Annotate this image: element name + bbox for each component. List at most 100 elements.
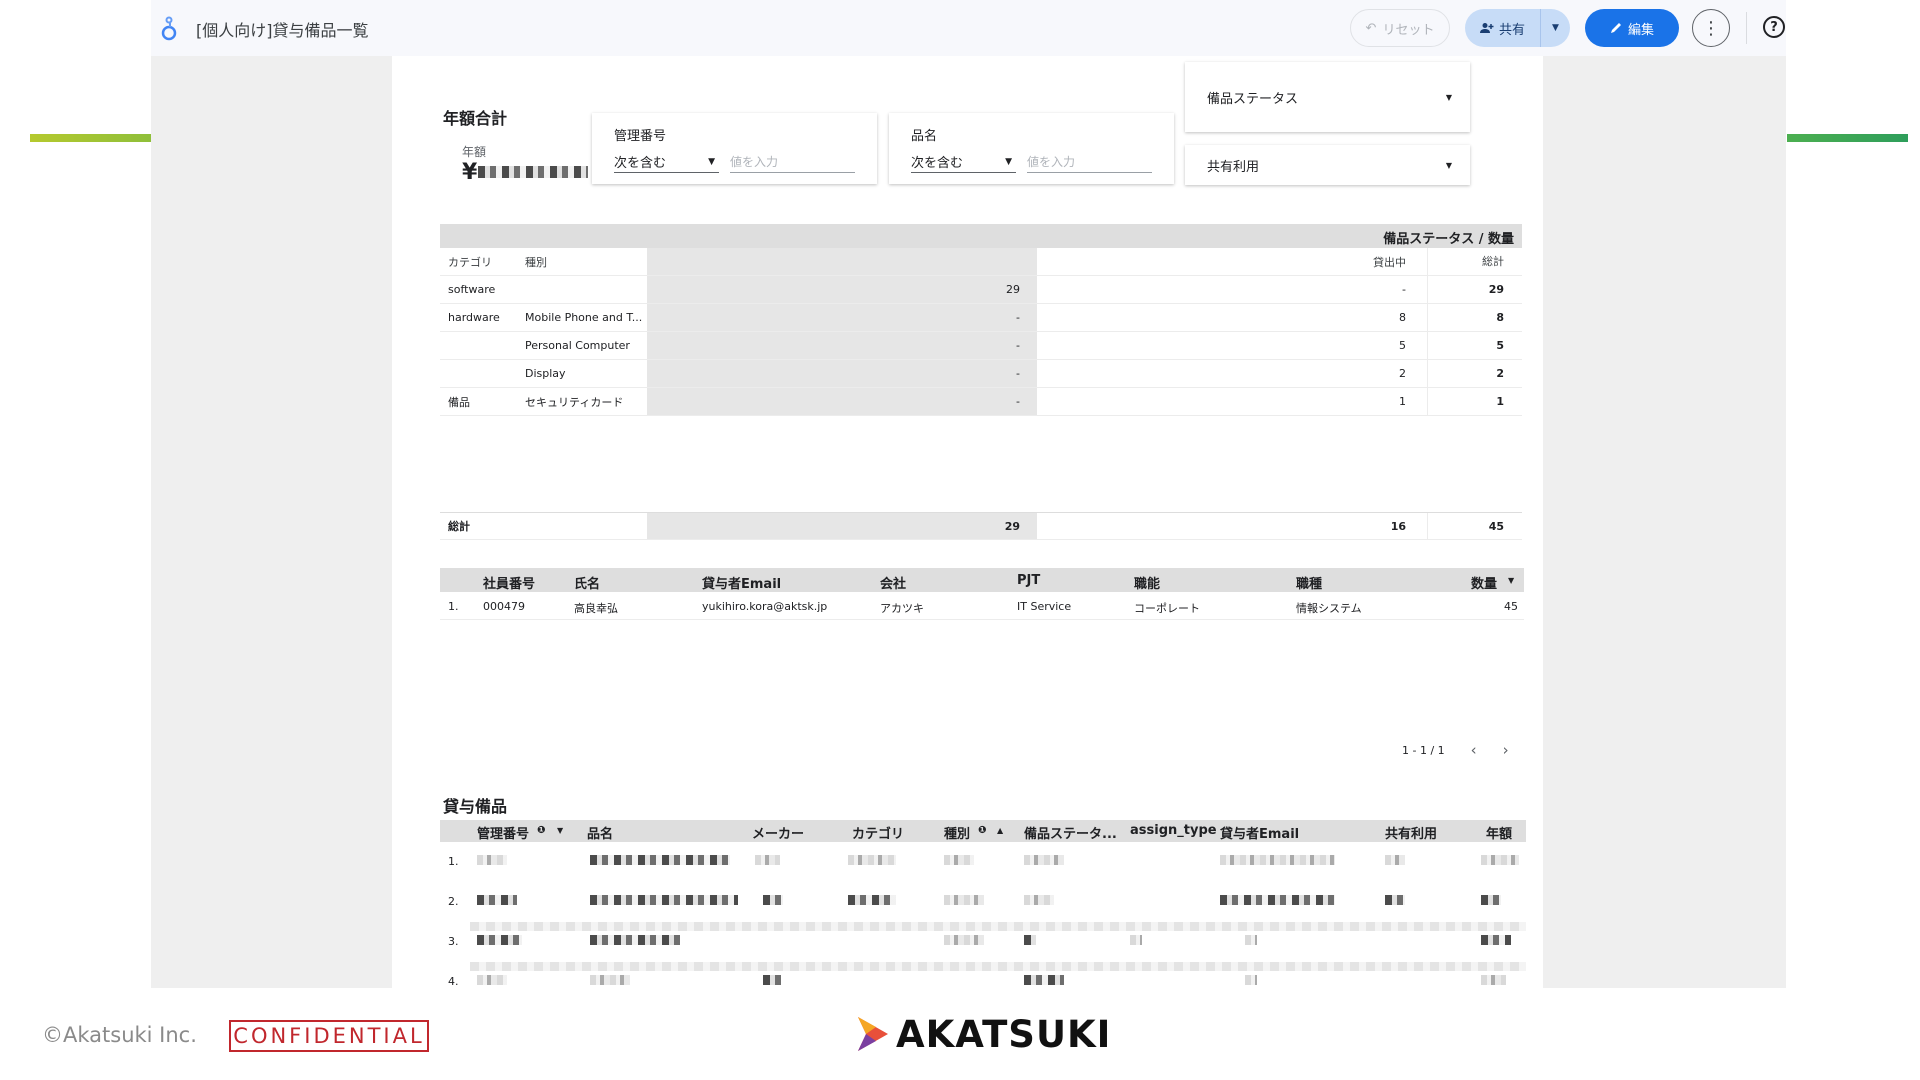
cell-a: - [647,332,1037,359]
owner-table: 社員番号 氏名 貸与者Email 会社 PJT 職能 職種 数量 ▼ 1. 00… [440,568,1524,620]
shared-use-dropdown[interactable]: 共有利用 ▼ [1185,145,1470,185]
brand-wordmark: AKATSUKI [896,1012,1112,1056]
looker-studio-logo-icon [161,16,177,41]
caret-down-icon: ▼ [1445,92,1452,102]
header-status[interactable]: 備品ステータ... [1024,823,1117,842]
status-dropdown[interactable]: 備品ステータス ▼ [1185,62,1470,132]
reset-label: リセット [1382,22,1435,38]
header-job[interactable]: 職種 [1296,573,1322,592]
match-mode-select[interactable]: 次を含む ▼ [614,151,719,173]
table-row[interactable]: 4. [440,962,1526,988]
pivot-row: Personal Computer - 5 5 [440,332,1522,360]
row-number: 1. [448,855,459,868]
table-row[interactable]: 3. [440,922,1526,962]
match-mode-select[interactable]: 次を含む ▼ [911,151,1016,173]
assets-table: 管理番号 ❶ ▼ 品名 メーカー カテゴリ 種別 ❶ ▲ 備品ステータ... a… [440,820,1526,988]
caret-down-icon: ▼ [708,156,715,167]
header-role[interactable]: 職能 [1134,573,1160,592]
header-mgmt[interactable]: 管理番号 [477,823,529,842]
edit-button[interactable]: 編集 [1585,9,1679,47]
redacted-cell [590,855,730,865]
undo-icon: ↶ [1365,20,1377,36]
col-total: 総計 [1427,248,1522,275]
header-email[interactable]: 貸与者Email [702,573,781,592]
filter-label: 管理番号 [614,129,667,144]
redacted-cell [1024,895,1054,905]
cell-category: hardware [448,311,500,324]
share-label: 共有 [1498,22,1525,38]
pivot-row: 備品 セキュリティカード - 1 1 [440,388,1522,416]
reset-button[interactable]: ↶ リセット [1350,9,1450,47]
row-number: 3. [448,935,459,948]
pagination-range: 1 - 1 / 1 [1402,743,1445,757]
cell-pjt: IT Service [1017,600,1072,613]
info-icon[interactable]: ❶ [978,825,986,836]
cell-b: 1 [1399,395,1406,408]
table-row[interactable]: 1. 000479 高良幸弘 yukihiro.kora@aktsk.jp アカ… [440,592,1524,620]
header-emp-no[interactable]: 社員番号 [483,573,535,592]
col-status-a [647,248,1037,275]
cell-a: - [647,388,1037,415]
more-options-icon[interactable]: ⋮ [1692,9,1730,47]
match-mode-value: 次を含む [911,156,964,171]
redacted-cell [1024,855,1064,865]
header-item[interactable]: 品名 [587,823,613,842]
pivot-subheader: カテゴリ 種別 貸出中 総計 [440,248,1522,276]
redacted-cell [590,895,738,905]
sort-desc-icon[interactable]: ▼ [1508,576,1514,585]
sort-desc-icon[interactable]: ▼ [557,826,563,835]
table-row[interactable]: 2. [440,882,1526,922]
shared-use-dropdown-label: 共有利用 [1207,159,1260,175]
header-pjt[interactable]: PJT [1017,573,1040,588]
share-main-button[interactable]: 共有 [1465,9,1540,47]
header-type[interactable]: 種別 [944,823,970,842]
next-page-icon[interactable]: › [1503,741,1509,759]
share-button[interactable]: 共有 ▼ [1465,9,1570,47]
header-email[interactable]: 貸与者Email [1220,823,1299,842]
header-assign-type[interactable]: assign_type [1130,823,1217,838]
cell-total: 29 [1427,276,1522,303]
redacted-cell [848,895,896,905]
help-icon[interactable]: ? [1763,16,1785,38]
header-category[interactable]: カテゴリ [852,823,904,842]
pivot-spacer [440,416,1522,512]
header-shared[interactable]: 共有利用 [1385,823,1437,842]
table-row[interactable]: 1. [440,842,1526,882]
header-name[interactable]: 氏名 [574,573,600,592]
decorative-line-left [30,134,151,142]
mgmt-number-input[interactable]: 値を入力 [730,151,855,173]
cell-total: 8 [1427,304,1522,331]
sort-asc-icon[interactable]: ▲ [997,826,1003,835]
redacted-cell [1385,855,1405,865]
header-maker[interactable]: メーカー [752,823,804,842]
redacted-cell [477,935,522,945]
cell-b: 2 [1399,367,1406,380]
caret-down-icon: ▼ [1552,23,1559,33]
pagination: 1 - 1 / 1 ‹ › [1402,741,1509,759]
add-person-icon [1479,23,1494,33]
pivot-row: software 29 - 29 [440,276,1522,304]
prev-page-icon[interactable]: ‹ [1471,741,1477,759]
redacted-cell [590,975,630,985]
redacted-cell [944,935,984,945]
akatsuki-mark-icon [858,1017,888,1051]
redacted-cell [1220,895,1335,905]
share-dropdown-button[interactable]: ▼ [1540,9,1570,47]
cell-b: 16 [1390,519,1406,533]
copyright-text: ©Akatsuki Inc. [42,1023,197,1047]
redacted-cell [1245,975,1257,985]
redacted-cell [1024,975,1064,985]
cell-company: アカツキ [880,602,924,615]
header-company[interactable]: 会社 [880,573,906,592]
redacted-cell [944,895,984,905]
cell-job: 情報システム [1296,602,1362,615]
info-icon[interactable]: ❶ [537,825,545,836]
cell-role: コーポレート [1134,602,1200,615]
item-name-input[interactable]: 値を入力 [1027,151,1152,173]
cell-name: 高良幸弘 [574,602,618,615]
redacted-cell [755,855,780,865]
header-annual[interactable]: 年額 [1486,823,1512,842]
header-qty[interactable]: 数量 [1471,573,1497,592]
pivot-row: hardware Mobile Phone and T... - 8 8 [440,304,1522,332]
akatsuki-logo: AKATSUKI [856,1012,1111,1056]
